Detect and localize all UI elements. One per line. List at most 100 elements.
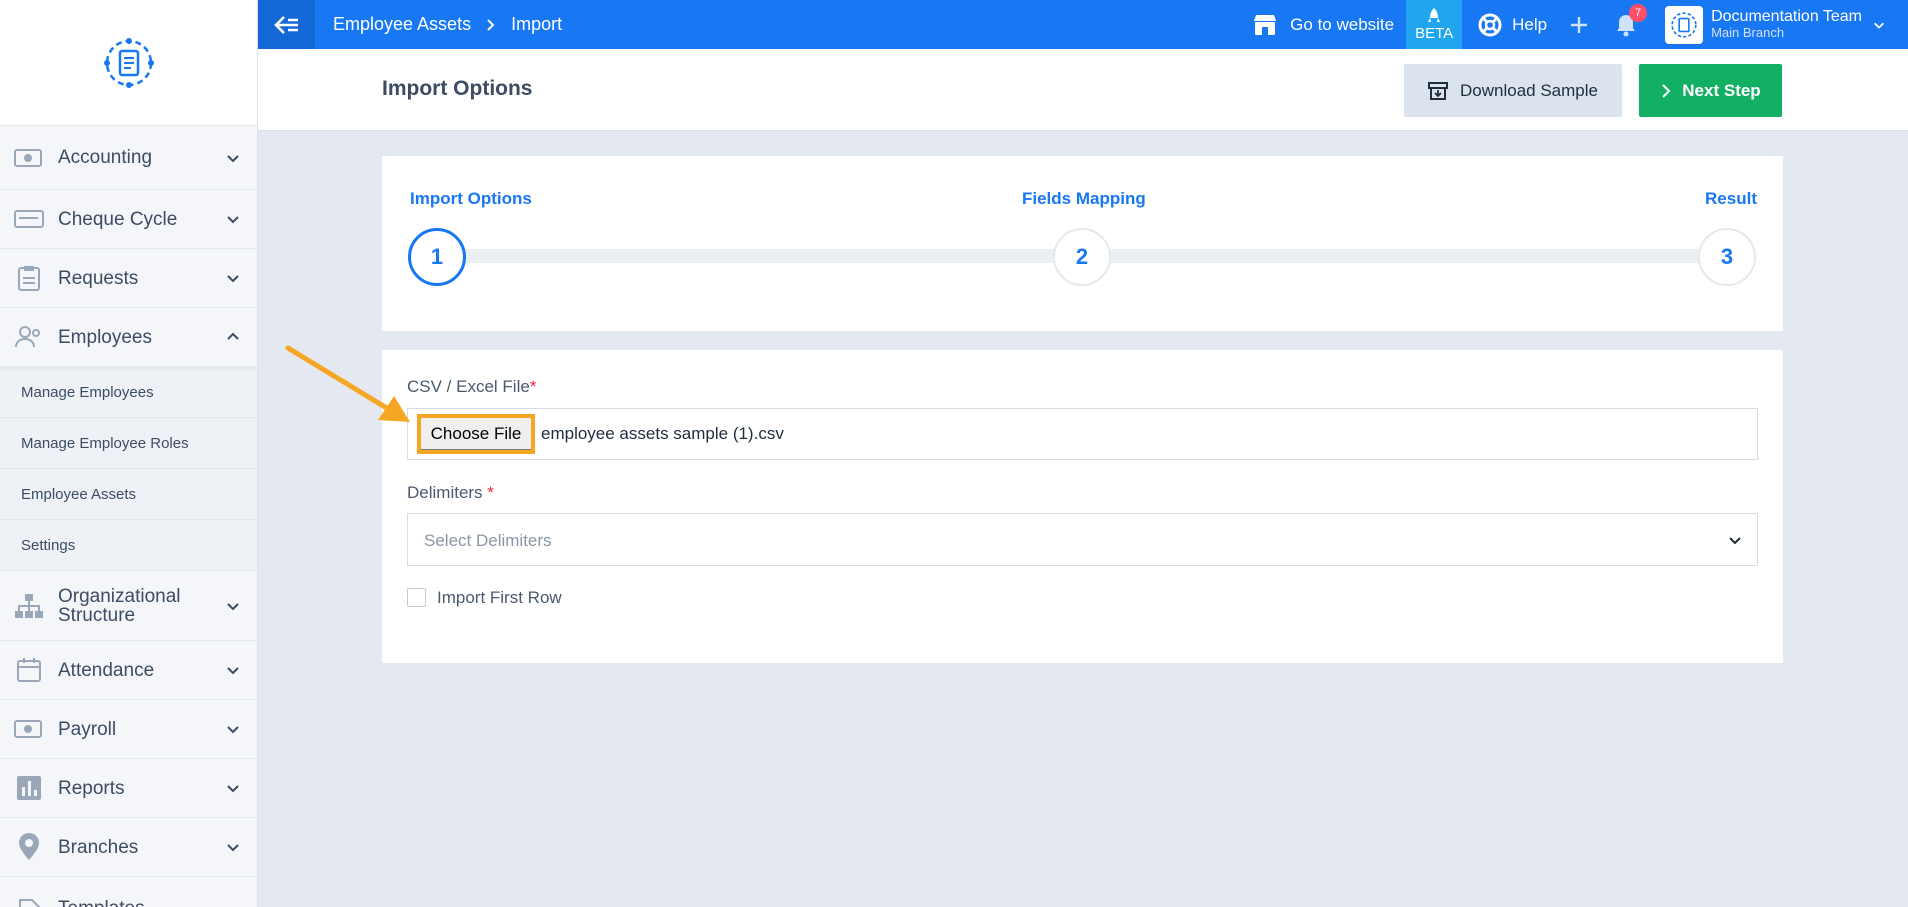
help-label: Help	[1512, 14, 1548, 34]
highlight-box	[417, 414, 535, 454]
chevron-down-icon	[227, 667, 239, 675]
account-info: Documentation Team Main Branch	[1711, 8, 1862, 41]
delimiters-select[interactable]: Select Delimiters	[407, 513, 1758, 566]
step-circle-2: 2	[1053, 228, 1111, 286]
import-stepper: Import Options Fields Mapping Result 1 2…	[382, 156, 1783, 331]
breadcrumb-item-employee-assets[interactable]: Employee Assets	[333, 14, 471, 35]
sidebar-item-label: Organizational Structure	[58, 585, 181, 626]
sidebar-item-label: Branches	[58, 836, 139, 858]
import-form: CSV / Excel File* Choose File employee a…	[382, 350, 1783, 663]
required-mark: *	[487, 483, 494, 502]
lifebuoy-icon	[1478, 13, 1502, 36]
sidebar-subitem-manage-employee-roles[interactable]: Manage Employee Roles	[0, 418, 257, 469]
money-icon	[14, 144, 44, 172]
chevron-down-icon	[227, 602, 239, 610]
sidebar-item-label: Payroll	[58, 718, 117, 740]
chevron-up-icon	[227, 332, 239, 340]
chevron-down-icon	[227, 844, 239, 852]
download-sample-label: Download Sample	[1460, 80, 1598, 100]
org-chart-icon	[14, 592, 44, 620]
next-step-label: Next Step	[1682, 80, 1761, 100]
delimiters-placeholder: Select Delimiters	[424, 531, 552, 550]
breadcrumb-item-import: Import	[511, 14, 563, 34]
sidebar-subitem-employee-assets[interactable]: Employee Assets	[0, 469, 257, 520]
rocket-icon	[1428, 8, 1441, 22]
step-label-result: Result	[1705, 189, 1757, 208]
sidebar-item-label: Cheque Cycle	[58, 208, 178, 230]
money-icon	[14, 715, 44, 743]
sidebar-item-payroll[interactable]: Payroll	[0, 700, 257, 759]
download-sample-button[interactable]: Download Sample	[1404, 64, 1622, 117]
avatar	[1665, 5, 1704, 44]
file-label-text: CSV / Excel File	[407, 377, 530, 396]
notifications-button[interactable]: 7	[1615, 3, 1648, 37]
account-menu[interactable]: Documentation Team Main Branch	[1665, 5, 1886, 44]
plus-icon	[1571, 16, 1588, 33]
topbar: Employee Assets Import Go to website BET…	[258, 0, 1908, 49]
sidebar-item-cheque-cycle[interactable]: Cheque Cycle	[0, 190, 257, 249]
go-to-website-label: Go to website	[1290, 14, 1395, 34]
bar-chart-icon	[14, 774, 44, 802]
sidebar-item-label: Templates	[58, 899, 145, 907]
sidebar-item-reports[interactable]: Reports	[0, 759, 257, 818]
store-icon	[1254, 14, 1277, 35]
sidebar-item-label: Requests	[58, 267, 139, 289]
sidebar-item-templates[interactable]: Templates	[0, 877, 257, 907]
logo[interactable]	[0, 0, 257, 126]
arrow-left-icon	[273, 15, 298, 34]
sidebar-subitem-settings[interactable]: Settings	[0, 520, 257, 571]
sidebar-item-label: Employees	[58, 326, 152, 348]
chevron-down-icon	[1729, 537, 1741, 545]
chevron-down-icon	[227, 216, 239, 224]
brand-logo-icon	[103, 37, 154, 88]
topbar-actions: Go to website BETA Help 7 Documentation …	[1252, 0, 1908, 49]
step-circle-3: 3	[1698, 228, 1756, 286]
archive-icon	[1428, 81, 1449, 100]
import-first-row-checkbox[interactable]	[407, 588, 426, 607]
calendar-icon	[14, 656, 44, 684]
sidebar-item-requests[interactable]: Requests	[0, 249, 257, 308]
chevron-right-icon	[1662, 83, 1671, 98]
sidebar-item-label: Attendance	[58, 659, 155, 681]
cheque-icon	[14, 205, 44, 233]
brand-logo-icon	[1671, 11, 1697, 38]
breadcrumb: Employee Assets Import	[333, 14, 562, 35]
required-mark: *	[529, 377, 537, 396]
users-icon	[14, 323, 44, 351]
next-step-button[interactable]: Next Step	[1639, 64, 1782, 117]
chevron-down-icon	[1874, 22, 1884, 29]
chevron-down-icon	[227, 785, 239, 793]
arrow-annotation-icon	[285, 345, 410, 422]
sidebar-item-branches[interactable]: Branches	[0, 818, 257, 877]
sidebar-item-label: Accounting	[58, 147, 153, 168]
import-first-row-label: Import First Row	[437, 588, 562, 607]
sidebar-item-accounting[interactable]: Accounting	[0, 126, 257, 190]
chevron-down-icon	[227, 275, 239, 283]
help-button[interactable]: Help	[1478, 13, 1547, 37]
notifications-badge: 7	[1629, 3, 1648, 22]
page-header: Import Options Download Sample Next Step	[258, 49, 1908, 131]
sidebar-subitem-manage-employees[interactable]: Manage Employees	[0, 367, 257, 418]
chevron-down-icon	[227, 154, 239, 162]
chevron-down-icon	[227, 726, 239, 734]
location-pin-icon	[14, 833, 44, 861]
sidebar: Accounting Cheque Cycle Requests Employe…	[0, 0, 258, 907]
step-circle-1: 1	[408, 228, 466, 286]
delimiters-field-label: Delimiters *	[407, 483, 494, 503]
employees-submenu: Manage Employees Manage Employee Roles E…	[0, 367, 257, 571]
step-label-import-options: Import Options	[410, 189, 532, 208]
selected-file-name: employee assets sample (1).csv	[541, 424, 784, 443]
file-field-label: CSV / Excel File*	[407, 377, 536, 397]
page-title: Import Options	[382, 77, 533, 100]
sidebar-item-organizational-structure[interactable]: Organizational Structure	[0, 571, 257, 641]
step-label-fields-mapping: Fields Mapping	[1022, 189, 1146, 208]
beta-button[interactable]: BETA	[1406, 0, 1463, 49]
go-to-website-link[interactable]: Go to website	[1252, 13, 1394, 37]
delimiters-label-text: Delimiters	[407, 483, 483, 502]
file-input[interactable]: Choose File employee assets sample (1).c…	[407, 408, 1758, 460]
sidebar-toggle-button[interactable]	[258, 0, 315, 49]
sidebar-item-employees[interactable]: Employees	[0, 308, 257, 367]
sidebar-item-attendance[interactable]: Attendance	[0, 641, 257, 700]
add-button[interactable]	[1569, 15, 1589, 35]
sidebar-item-label: Reports	[58, 777, 125, 799]
